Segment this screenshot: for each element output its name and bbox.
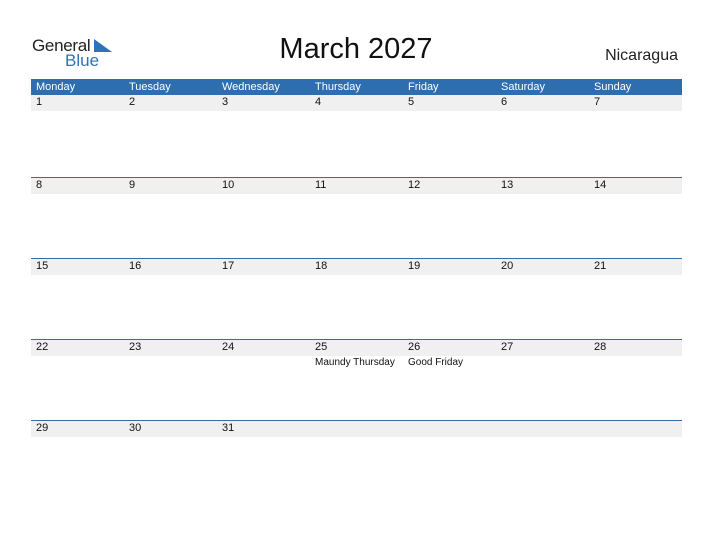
holiday-label — [217, 356, 310, 369]
holiday-label — [589, 356, 682, 369]
weekday-sunday: Sunday — [594, 81, 632, 93]
day-number: 24 — [222, 341, 235, 353]
day-number: 10 — [222, 179, 235, 191]
day-number: 1 — [36, 96, 43, 108]
week-row: 29 30 31 — [31, 420, 682, 501]
date-number-row: 1 2 3 4 5 6 7 — [31, 95, 682, 111]
event-row: Maundy Thursday Good Friday — [31, 356, 682, 369]
weekday-friday: Friday — [408, 81, 439, 93]
day-number: 18 — [315, 260, 328, 272]
day-number: 21 — [594, 260, 607, 272]
day-number: 6 — [501, 96, 508, 108]
day-number — [310, 421, 403, 437]
holiday-label — [31, 356, 124, 369]
day-number — [403, 421, 496, 437]
date-number-row: 29 30 31 — [31, 421, 682, 437]
day-number: 11 — [315, 179, 327, 191]
day-number: 4 — [315, 96, 322, 108]
day-number: 13 — [501, 179, 514, 191]
day-number: 16 — [129, 260, 142, 272]
weekday-header: Monday Tuesday Wednesday Thursday Friday… — [31, 79, 682, 95]
week-row: 15 16 17 18 19 20 21 — [31, 258, 682, 339]
calendar-grid: Monday Tuesday Wednesday Thursday Friday… — [31, 79, 682, 501]
weekday-saturday: Saturday — [501, 81, 546, 93]
day-number: 8 — [36, 179, 43, 191]
holiday-label: Maundy Thursday — [315, 357, 395, 368]
day-number: 5 — [408, 96, 415, 108]
country-label: Nicaragua — [605, 47, 678, 64]
weekday-monday: Monday — [36, 81, 76, 93]
weekday-tuesday: Tuesday — [129, 81, 171, 93]
day-number: 23 — [129, 341, 142, 353]
day-number: 3 — [222, 96, 229, 108]
day-number: 20 — [501, 260, 514, 272]
day-number: 14 — [594, 179, 607, 191]
date-number-row: 15 16 17 18 19 20 21 — [31, 259, 682, 275]
day-number: 27 — [501, 341, 514, 353]
day-number: 2 — [129, 96, 136, 108]
day-number: 31 — [222, 422, 235, 434]
day-number — [496, 421, 589, 437]
day-number: 30 — [129, 422, 142, 434]
week-row: 8 9 10 11 12 13 14 — [31, 177, 682, 258]
weeks-container: 1 2 3 4 5 6 7 8 9 10 11 12 13 14 15 16 17 18 19 20 21 22 23 24 2… — [31, 95, 682, 501]
week-row: 1 2 3 4 5 6 7 — [31, 95, 682, 177]
day-number: 17 — [222, 260, 235, 272]
day-number: 7 — [594, 96, 601, 108]
day-number: 25 — [315, 341, 328, 353]
weekday-wednesday: Wednesday — [222, 81, 280, 93]
day-number: 12 — [408, 179, 421, 191]
weekday-thursday: Thursday — [315, 81, 361, 93]
holiday-label — [124, 356, 217, 369]
date-number-row: 8 9 10 11 12 13 14 — [31, 178, 682, 194]
day-number: 29 — [36, 422, 49, 434]
day-number: 28 — [594, 341, 607, 353]
week-row: 22 23 24 25 26 27 28 Maundy Thursday Good Friday — [31, 339, 682, 420]
day-number: 19 — [408, 260, 421, 272]
day-number — [589, 421, 682, 437]
day-number: 26 — [408, 341, 421, 353]
day-number: 22 — [36, 341, 49, 353]
date-number-row: 22 23 24 25 26 27 28 — [31, 340, 682, 356]
day-number: 15 — [36, 260, 49, 272]
holiday-label: Good Friday — [408, 357, 464, 368]
holiday-label — [496, 356, 589, 369]
day-number: 9 — [129, 179, 136, 191]
